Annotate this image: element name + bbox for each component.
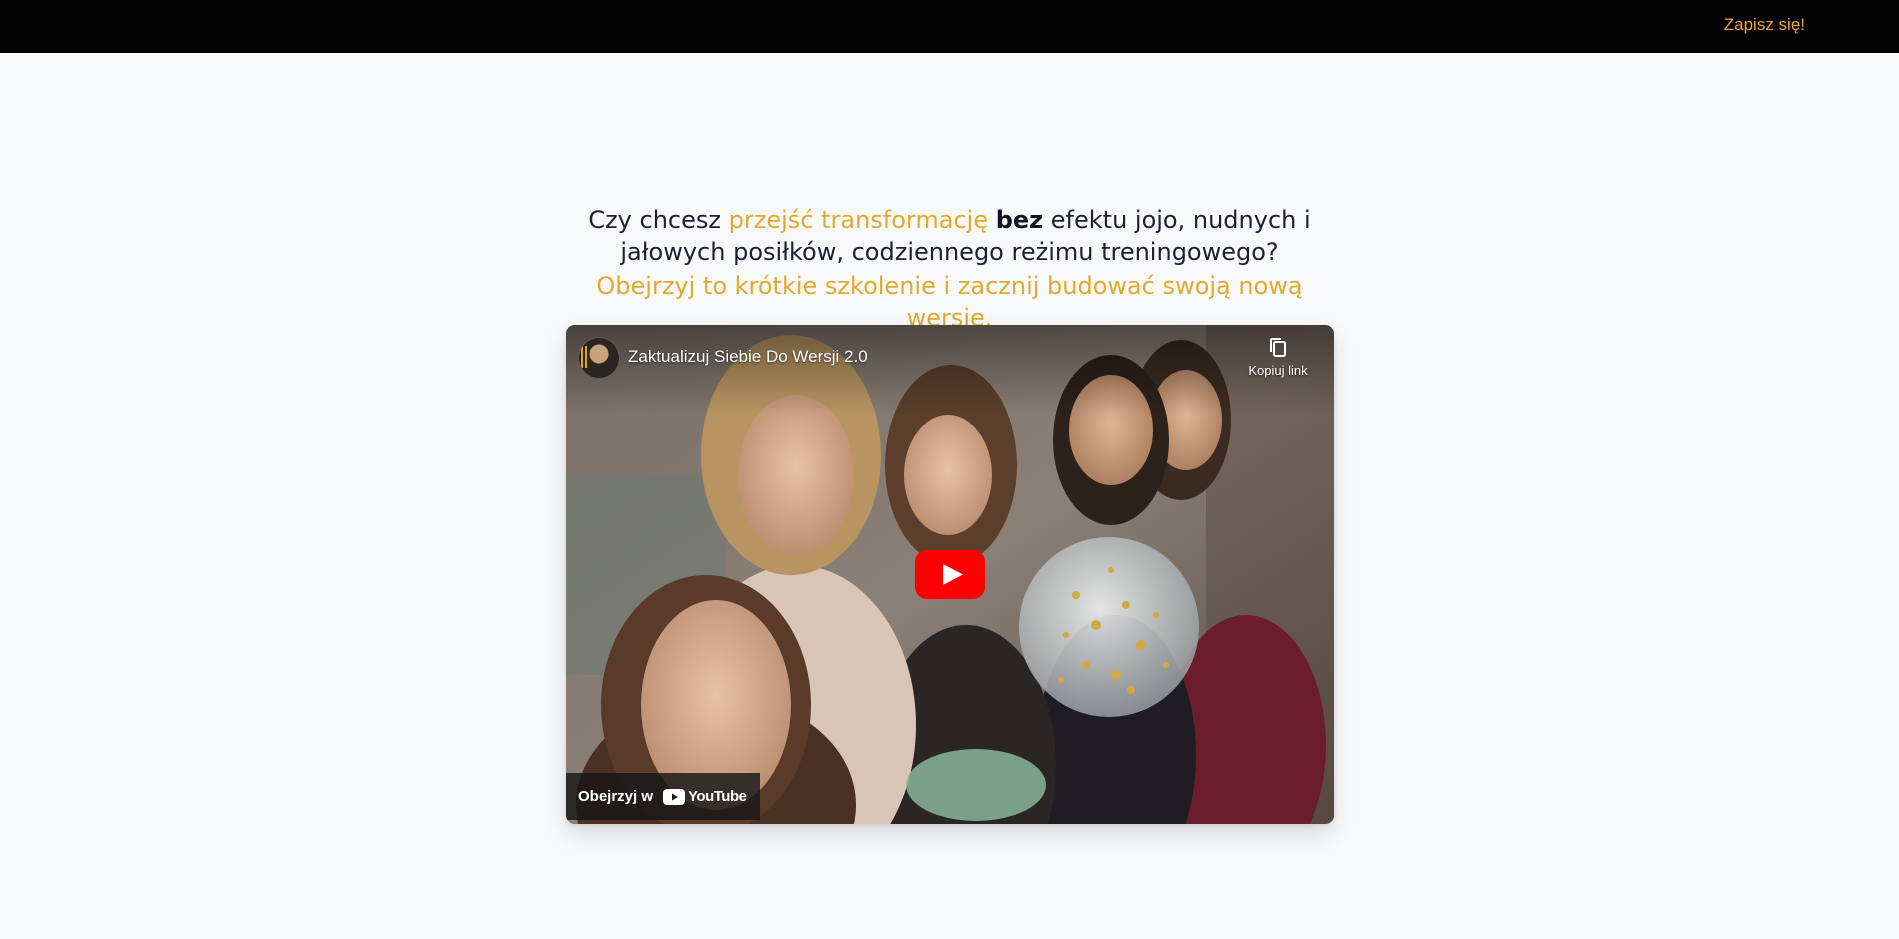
youtube-logo: YouTube bbox=[663, 788, 747, 805]
video-embed[interactable]: Zaktualizuj Siebie Do Wersji 2.0 Kopiuj … bbox=[566, 325, 1334, 824]
copy-link-button[interactable]: Kopiuj link bbox=[1242, 337, 1314, 378]
avatar-logo-stripes bbox=[581, 346, 589, 368]
top-navbar: Zapisz się! bbox=[0, 0, 1899, 53]
signup-link[interactable]: Zapisz się! bbox=[1724, 15, 1805, 35]
headline: Czy chcesz przejść transformację bez efe… bbox=[570, 204, 1330, 334]
headline-accent: przejść transformację bbox=[728, 206, 989, 234]
copy-icon bbox=[1270, 338, 1286, 357]
channel-avatar[interactable] bbox=[578, 337, 620, 379]
youtube-play-icon bbox=[663, 788, 686, 805]
video-top-gradient bbox=[566, 325, 1334, 415]
youtube-wordmark: YouTube bbox=[688, 788, 747, 805]
video-title[interactable]: Zaktualizuj Siebie Do Wersji 2.0 bbox=[628, 347, 868, 367]
headline-bold: bez bbox=[995, 206, 1044, 234]
watch-on-label: Obejrzyj w bbox=[578, 788, 654, 805]
headline-space bbox=[988, 206, 996, 234]
watch-on-youtube-button[interactable]: Obejrzyj w YouTube bbox=[566, 773, 761, 820]
play-button-icon[interactable] bbox=[915, 550, 985, 599]
copy-link-label: Kopiuj link bbox=[1248, 363, 1308, 378]
headline-text-1: Czy chcesz bbox=[588, 206, 729, 234]
hero-section: Czy chcesz przejść transformację bez efe… bbox=[0, 204, 1899, 334]
